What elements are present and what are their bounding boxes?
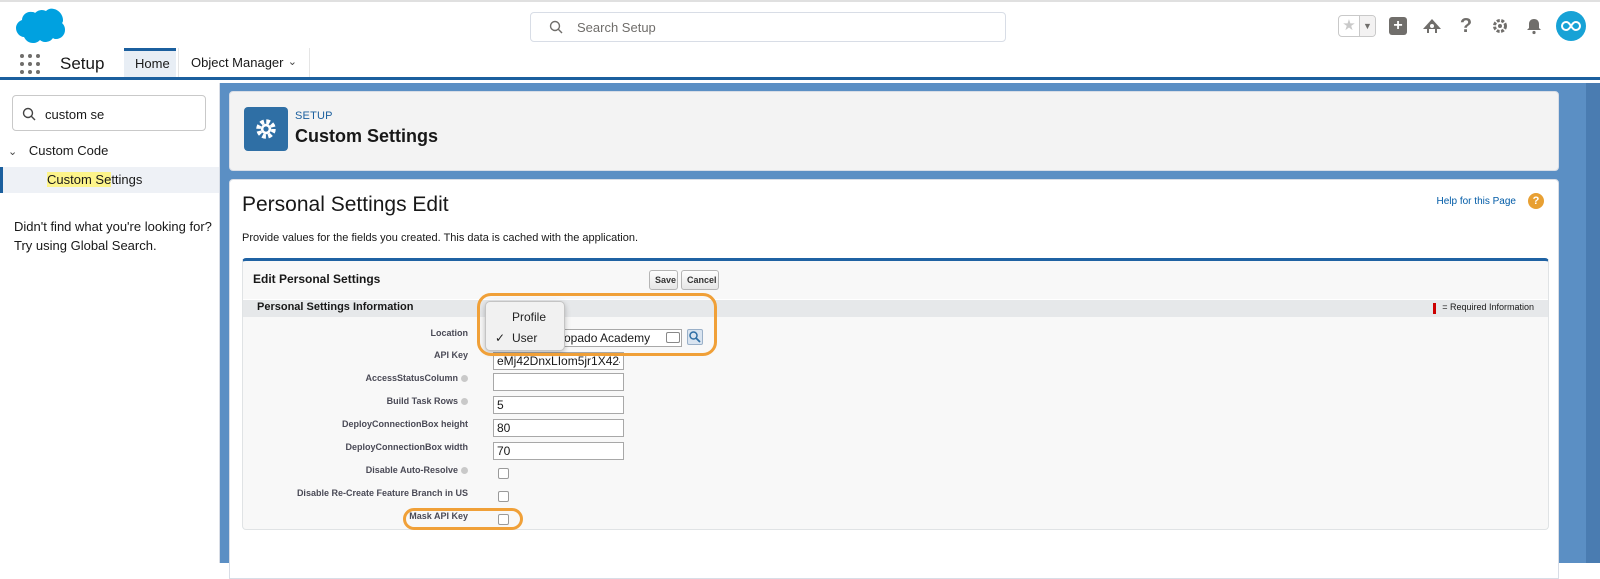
build-task-rows-input[interactable]	[493, 396, 624, 414]
favorites-group: ★ ▼	[1338, 15, 1376, 37]
section-header: Personal Settings Information = Required…	[243, 299, 1548, 317]
tree-node-label: Custom Code	[28, 143, 109, 158]
app-name: Setup	[60, 54, 105, 73]
favorites-star-icon[interactable]: ★	[1339, 16, 1359, 36]
page-title: Custom Settings	[295, 126, 439, 146]
global-search-hint: Try using Global Search.	[14, 238, 157, 253]
quick-find-input[interactable]	[43, 104, 193, 124]
not-found-message: Didn't find what you're looking for? Try…	[14, 217, 214, 255]
user-avatar[interactable]	[1556, 11, 1586, 41]
disable-recreate-branch-checkbox[interactable]	[498, 491, 509, 502]
tree-item-label-rest: ttings	[111, 172, 143, 187]
favorites-dropdown-icon[interactable]: ▼	[1359, 16, 1375, 36]
mask-api-key-label: Mask API Key	[409, 511, 468, 521]
page-scrollbar[interactable]	[1586, 83, 1600, 563]
lookup-icon[interactable]	[687, 329, 703, 345]
gear-icon	[244, 107, 288, 151]
quick-find-box[interactable]	[12, 95, 206, 131]
info-icon[interactable]	[461, 398, 468, 406]
build-task-rows-label: Build Task Rows	[387, 396, 468, 406]
field-label-text: AccessStatusColumn	[365, 373, 458, 383]
info-icon[interactable]	[461, 375, 468, 383]
access-status-column-label: AccessStatusColumn	[365, 373, 468, 383]
page-eyebrow: SETUP	[295, 110, 333, 122]
deploy-box-width-label: DeployConnectionBox width	[345, 442, 469, 452]
deploy-box-height-input[interactable]	[493, 419, 624, 437]
not-found-line: Didn't find what you're looking for?	[14, 219, 212, 234]
tree-node-custom-code[interactable]: ⌄ Custom Code	[8, 143, 108, 158]
header-utility-icons: ★ ▼ + ?	[1338, 11, 1586, 41]
global-search-box[interactable]	[530, 12, 1006, 42]
global-search-input[interactable]	[575, 16, 975, 38]
tree-item-custom-settings[interactable]: Custom Settings	[0, 167, 219, 193]
app-launcher-icon[interactable]	[20, 54, 40, 74]
field-label-text: Build Task Rows	[386, 396, 458, 406]
context-bar: Setup Home Object Manager ⌄	[0, 48, 1600, 80]
help-icon[interactable]: ?	[1454, 14, 1478, 38]
search-match-highlight: Custom Se	[47, 172, 112, 187]
page-description: Provide values for the fields you create…	[242, 232, 639, 244]
deploy-box-height-label: DeployConnectionBox height	[342, 419, 468, 429]
disable-recreate-branch-label: Disable Re-Create Feature Branch in US	[296, 488, 468, 498]
required-indicator	[1433, 303, 1436, 314]
location-dropdown-menu: Profile ✓ User	[485, 301, 565, 351]
help-icon[interactable]: ?	[1528, 193, 1544, 209]
location-picker-icon[interactable]	[666, 332, 680, 343]
chevron-down-icon: ⌄	[8, 146, 18, 158]
tab-object-manager[interactable]: Object Manager ⌄	[178, 48, 310, 77]
tab-home[interactable]: Home	[124, 48, 176, 77]
deploy-box-width-input[interactable]	[493, 442, 624, 460]
cancel-button[interactable]: Cancel	[681, 270, 719, 290]
setup-sidebar: ⌄ Custom Code Custom Settings Didn't fin…	[0, 83, 220, 563]
disable-auto-resolve-label: Disable Auto-Resolve	[366, 465, 468, 475]
checkmark-icon: ✓	[495, 331, 506, 345]
global-header: ★ ▼ + ?	[0, 0, 1600, 48]
global-actions-plus-icon[interactable]: +	[1386, 14, 1410, 38]
info-icon[interactable]	[461, 467, 468, 475]
main-area: SETUP Custom Settings Personal Settings …	[220, 83, 1600, 579]
page-block: Edit Personal Settings Save Cancel Perso…	[242, 258, 1549, 530]
setup-gear-icon[interactable]	[1488, 14, 1512, 38]
api-key-input[interactable]	[493, 352, 624, 370]
search-icon	[549, 20, 563, 34]
disable-auto-resolve-checkbox[interactable]	[498, 468, 509, 479]
salesforce-logo[interactable]	[14, 8, 66, 44]
required-legend: = Required Information	[1442, 302, 1534, 312]
dropdown-option-profile[interactable]: Profile	[486, 307, 564, 327]
access-status-column-input[interactable]	[493, 373, 624, 391]
block-title: Edit Personal Settings	[253, 272, 381, 286]
save-button[interactable]: Save	[649, 270, 678, 290]
search-icon	[22, 107, 36, 121]
field-label-text: Disable Auto-Resolve	[365, 465, 458, 475]
page-header: SETUP Custom Settings	[229, 91, 1559, 171]
mask-api-key-checkbox[interactable]	[498, 514, 509, 525]
location-label: Location	[430, 328, 469, 338]
notifications-bell-icon[interactable]	[1522, 14, 1546, 38]
dropdown-option-label: User	[512, 331, 538, 345]
api-key-label: API Key	[433, 350, 468, 360]
dropdown-option-user[interactable]: ✓ User	[486, 328, 564, 348]
help-for-page-link[interactable]: Help for this Page	[1437, 196, 1517, 207]
content-panel: Personal Settings Edit Help for this Pag…	[229, 179, 1559, 579]
trailhead-icon[interactable]	[1420, 14, 1444, 38]
edit-page-title: Personal Settings Edit	[242, 193, 449, 216]
section-title: Personal Settings Information	[257, 301, 414, 313]
chevron-down-icon[interactable]: ⌄	[288, 48, 297, 77]
tab-object-manager-label: Object Manager	[191, 55, 284, 70]
